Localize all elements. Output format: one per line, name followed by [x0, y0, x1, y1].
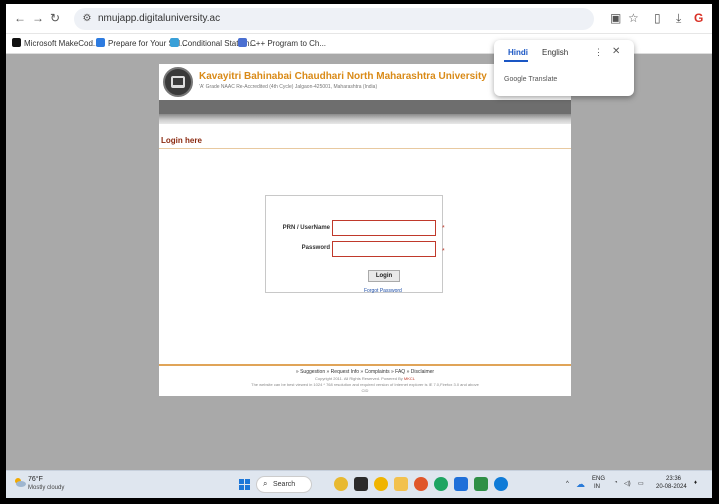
download-icon[interactable]: ⤓ — [676, 11, 681, 25]
clock-time[interactable]: 23:36 — [666, 476, 681, 482]
profile-icon[interactable]: G — [694, 11, 703, 25]
bookmark-favicon-icon — [96, 38, 105, 47]
volume-icon[interactable]: ◁) — [624, 480, 631, 487]
bookmark-favicon-icon — [238, 38, 247, 47]
footer-copyright: Copyright 2011. All Rights Reserved. Pow… — [159, 376, 571, 381]
browser-toolbar: ← → ↻ ⚙ nmujapp.digitaluniversity.ac ▣ ☆… — [6, 4, 712, 34]
forgot-password-link[interactable]: Forgot Password — [364, 288, 402, 294]
region-indicator[interactable]: IN — [594, 484, 600, 490]
university-logo-icon — [163, 67, 193, 97]
reload-icon[interactable]: ↻ — [50, 11, 60, 25]
windows-start-icon[interactable] — [239, 479, 251, 491]
password-label: Password — [301, 245, 330, 251]
chevron-up-icon[interactable]: ^ — [566, 481, 569, 487]
site-info-icon[interactable]: ⚙ — [80, 12, 94, 26]
page-title: Login here — [161, 136, 202, 145]
battery-icon[interactable]: ▭ — [638, 480, 644, 487]
weather-temp[interactable]: 76°F — [28, 476, 43, 483]
footer-link-disclaimer[interactable]: Disclaimer — [411, 369, 434, 375]
edge-app-icon[interactable] — [494, 477, 508, 491]
university-title: Kavayitri Bahinabai Chaudhari North Maha… — [199, 71, 487, 82]
widgets-app-icon[interactable] — [374, 477, 388, 491]
bookmark-favicon-icon — [12, 38, 21, 47]
translate-tab-hindi[interactable]: Hindi — [508, 48, 528, 57]
address-bar[interactable]: ⚙ nmujapp.digitaluniversity.ac — [74, 8, 594, 30]
weather-icon[interactable] — [14, 477, 26, 487]
required-mark: * — [442, 248, 445, 255]
search-label: Search — [273, 481, 296, 488]
store-app-icon[interactable] — [454, 477, 468, 491]
taskbar-search[interactable]: ⌕ Search — [256, 476, 312, 493]
title-divider — [159, 148, 571, 149]
copyright-text: Copyright 2011. All Rights Reserved. Pow… — [315, 376, 403, 381]
translate-popup: Hindi English ⋮ ✕ Google Translate — [494, 40, 634, 96]
taskbar: 76°F Mostly cloudy ⌕ Search ^ ☁ ENG IN ◔… — [6, 470, 712, 498]
more-options-icon[interactable]: ⋮ — [594, 47, 603, 58]
language-indicator[interactable]: ENG — [592, 476, 605, 482]
app-icon[interactable] — [414, 477, 428, 491]
excel-app-icon[interactable] — [474, 477, 488, 491]
bookmark-favicon-icon — [170, 38, 179, 47]
copilot-app-icon[interactable] — [334, 477, 348, 491]
university-subtitle: 'A' Grade NAAC Re-Accredited (4th Cycle)… — [199, 84, 378, 90]
bookmark-star-icon[interactable]: ☆ — [628, 11, 639, 25]
file-explorer-icon[interactable] — [394, 477, 408, 491]
web-page: Kavayitri Bahinabai Chaudhari North Maha… — [159, 64, 571, 396]
wifi-icon[interactable]: ◔ — [614, 480, 618, 486]
footer-link-faq[interactable]: FAQ — [395, 369, 405, 375]
footer-link-suggestion[interactable]: Suggestion — [300, 369, 325, 375]
task-view-icon[interactable] — [354, 477, 368, 491]
close-icon[interactable]: ✕ — [612, 46, 620, 57]
active-tab-indicator — [504, 60, 528, 62]
footer-cid: CID — [361, 388, 369, 393]
password-input[interactable] — [332, 241, 436, 257]
clock-date[interactable]: 20-08-2024 — [656, 484, 687, 490]
sidepanel-icon[interactable]: ▯ — [654, 11, 661, 25]
translate-icon[interactable]: ▣ — [610, 11, 621, 25]
chrome-icon[interactable] — [434, 477, 448, 491]
forward-icon[interactable]: → — [32, 11, 44, 25]
footer-divider — [159, 364, 571, 366]
bookmark-label: Microsoft MakeCod... — [24, 39, 100, 48]
footer-link-request-info[interactable]: Request Info — [331, 369, 359, 375]
bookmark-item[interactable]: C++ Program to Ch... — [238, 38, 326, 49]
login-button[interactable]: Login — [368, 270, 400, 282]
prn-label: PRN / UserName — [282, 225, 330, 231]
footer-links: » Suggestion » Request Info » Complaints… — [295, 369, 435, 375]
search-icon: ⌕ — [263, 479, 268, 488]
notification-icon[interactable]: ♦ — [694, 480, 697, 486]
prn-input[interactable] — [332, 220, 436, 236]
footer-link-complaints[interactable]: Complaints — [365, 369, 390, 375]
onedrive-icon[interactable]: ☁ — [576, 479, 585, 490]
login-form: PRN / UserName * Password * Login Forgot… — [265, 195, 445, 294]
bookmark-label: C++ Program to Ch... — [250, 39, 327, 48]
required-mark: * — [442, 225, 445, 232]
screen: ← → ↻ ⚙ nmujapp.digitaluniversity.ac ▣ ☆… — [6, 4, 712, 498]
url-text[interactable]: nmujapp.digitaluniversity.ac — [98, 12, 220, 26]
translate-tab-english[interactable]: English — [542, 48, 568, 57]
bookmark-item[interactable]: Microsoft MakeCod... — [12, 38, 100, 49]
nav-band — [159, 100, 571, 114]
weather-desc[interactable]: Mostly cloudy — [28, 485, 64, 491]
powered-by-link[interactable]: MKCL — [404, 376, 415, 381]
translate-brand: Google Translate — [504, 76, 558, 83]
back-icon[interactable]: ← — [14, 11, 26, 25]
footer-note: The website can be best viewed in 1024 *… — [251, 382, 479, 387]
nav-shadow — [159, 114, 571, 124]
